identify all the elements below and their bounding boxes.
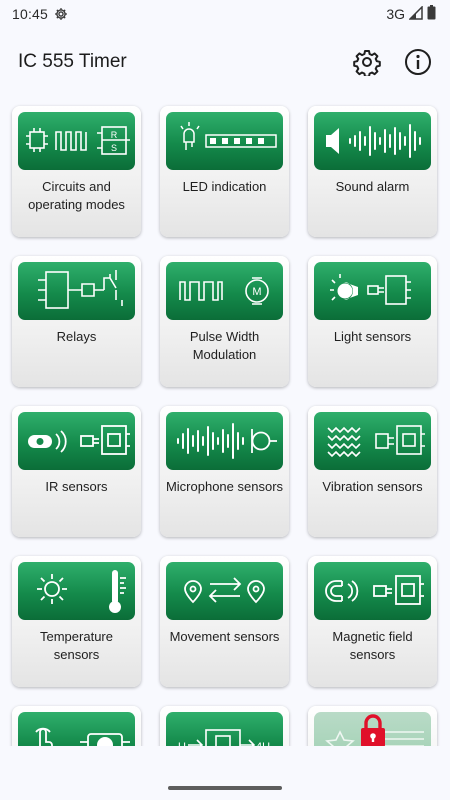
card-pwm[interactable]: M Pulse Width Modulation (160, 256, 289, 387)
app-bar: IC 555 Timer (0, 38, 450, 86)
card-label: Light sensors (333, 329, 412, 344)
battery-icon (427, 5, 436, 23)
card-label: Sound alarm (335, 179, 410, 194)
info-icon (405, 49, 431, 75)
status-time: 10:45 (12, 6, 49, 22)
card-led-indication[interactable]: LED indication (160, 106, 289, 237)
light-sensor-icon (314, 262, 431, 320)
card-magnetic-field-sensors[interactable]: Magnetic field sensors (308, 556, 437, 687)
speaker-waveform-icon (314, 112, 431, 170)
svg-text:S: S (111, 143, 117, 153)
card-microphone-sensors[interactable]: Microphone sensors (160, 406, 289, 537)
card-label: Relays (56, 329, 97, 344)
card-label: Vibration sensors (322, 479, 423, 494)
movement-arrows-icon (166, 562, 283, 620)
card-locked[interactable] (308, 706, 437, 746)
card-sound-alarm[interactable]: Sound alarm (308, 106, 437, 237)
network-type: 3G (386, 6, 405, 22)
home-gesture-handle[interactable] (168, 786, 282, 790)
card-relays[interactable]: Relays (12, 256, 141, 387)
card-label: Pulse Width Modulation (189, 329, 260, 362)
pwm-motor-icon: M (166, 262, 283, 320)
sun-thermometer-icon (18, 562, 135, 620)
card-ir-sensors[interactable]: IR sensors (12, 406, 141, 537)
svg-text:M: M (252, 286, 261, 298)
topics-grid-container[interactable]: R S Circuits and operating modes LED ind… (0, 96, 450, 746)
voltage-multiplier-icon: U 4U (166, 712, 283, 746)
card-label: Magnetic field sensors (332, 629, 413, 662)
settings-notification-icon (54, 7, 68, 21)
lock-icon (358, 714, 388, 746)
svg-text:R: R (111, 130, 118, 140)
card-temperature-sensors[interactable]: Temperature sensors (12, 556, 141, 687)
signal-icon (408, 4, 423, 23)
card-circuits-modes[interactable]: R S Circuits and operating modes (12, 106, 141, 237)
card-touch-sensor[interactable] (12, 706, 141, 746)
card-label: Microphone sensors (165, 479, 284, 494)
info-button[interactable] (402, 46, 434, 78)
card-label: Circuits and operating modes (28, 179, 125, 212)
card-vibration-sensors[interactable]: Vibration sensors (308, 406, 437, 537)
bottom-gesture-area (0, 746, 450, 800)
gear-icon (353, 50, 381, 76)
card-light-sensors[interactable]: Light sensors (308, 256, 437, 387)
touch-sensor-icon (18, 712, 135, 746)
led-strip-icon (166, 112, 283, 170)
relay-icon (18, 262, 135, 320)
status-bar: 10:45 3G (0, 0, 450, 28)
circuits-modes-icon: R S (18, 112, 135, 170)
card-voltage-multiplier[interactable]: U 4U (160, 706, 289, 746)
card-label: Temperature sensors (40, 629, 113, 662)
topics-grid: R S Circuits and operating modes LED ind… (12, 106, 437, 746)
vibration-sensor-icon (314, 412, 431, 470)
ir-sensor-icon (18, 412, 135, 470)
card-label: LED indication (182, 179, 267, 194)
microphone-waveform-icon (166, 412, 283, 470)
magnet-sensor-icon (314, 562, 431, 620)
settings-button[interactable] (351, 46, 383, 78)
card-movement-sensors[interactable]: Movement sensors (160, 556, 289, 687)
page-title: IC 555 Timer (18, 51, 127, 72)
card-label: IR sensors (45, 479, 108, 494)
card-label: Movement sensors (169, 629, 280, 644)
